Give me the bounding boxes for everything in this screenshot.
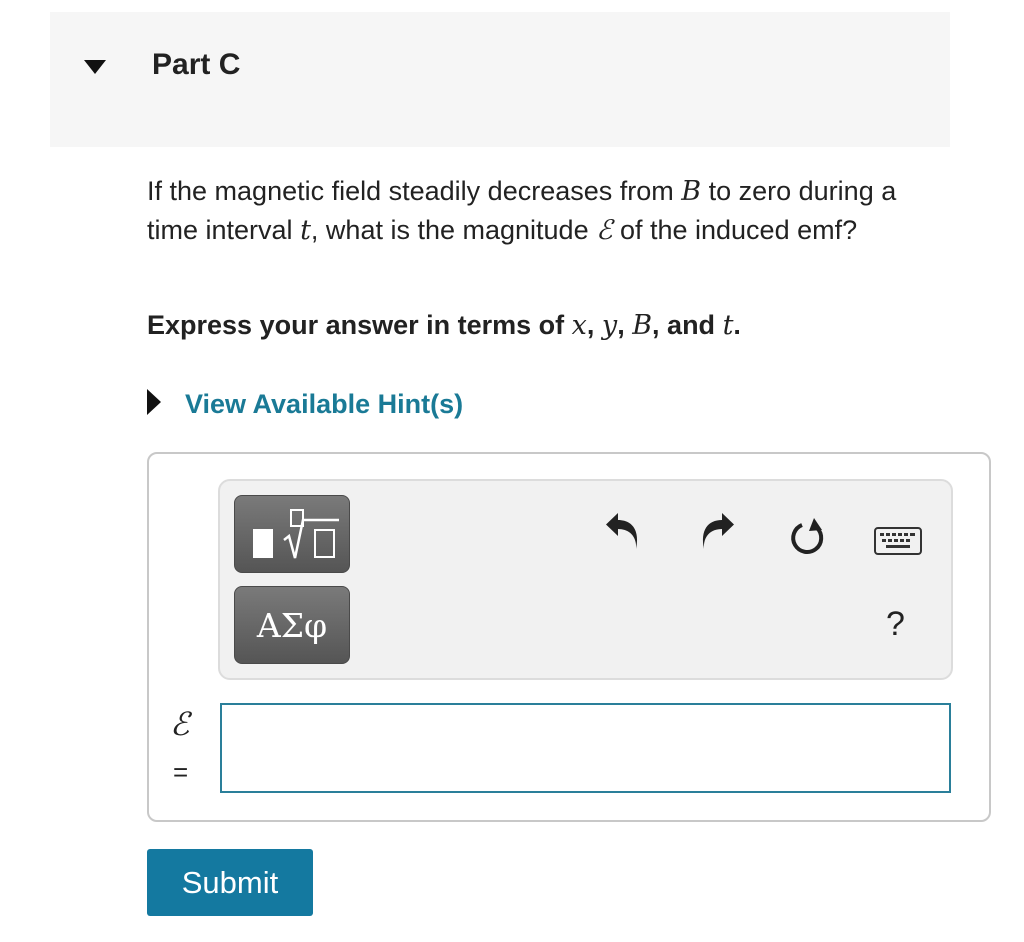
keyboard-icon[interactable]: [874, 527, 922, 555]
templates-button[interactable]: [234, 495, 350, 573]
math-var-b: B: [681, 176, 702, 207]
caret-down-icon[interactable]: [84, 60, 106, 74]
submit-button[interactable]: Submit: [147, 849, 313, 916]
math-var-t: t: [300, 215, 311, 246]
view-hints-link[interactable]: View Available Hint(s): [185, 389, 463, 420]
answer-variable-label: ℰ: [170, 705, 190, 743]
equals-sign: =: [173, 757, 189, 787]
question-text: If the magnetic field steadily decreases…: [147, 176, 897, 246]
greek-symbols-label: ΑΣφ: [256, 605, 328, 645]
greek-symbols-button[interactable]: ΑΣφ: [234, 586, 350, 664]
math-var-emf: ℰ: [596, 215, 613, 246]
reset-icon[interactable]: [788, 516, 828, 556]
help-button[interactable]: ?: [886, 605, 905, 644]
redo-icon[interactable]: [698, 513, 736, 551]
part-title: Part C: [152, 48, 241, 81]
caret-right-icon[interactable]: [147, 389, 161, 415]
answer-instruction: Express your answer in terms of x, y, B,…: [147, 310, 741, 341]
templates-icon: [253, 509, 339, 559]
answer-input[interactable]: [220, 703, 951, 793]
undo-icon[interactable]: [604, 513, 642, 551]
